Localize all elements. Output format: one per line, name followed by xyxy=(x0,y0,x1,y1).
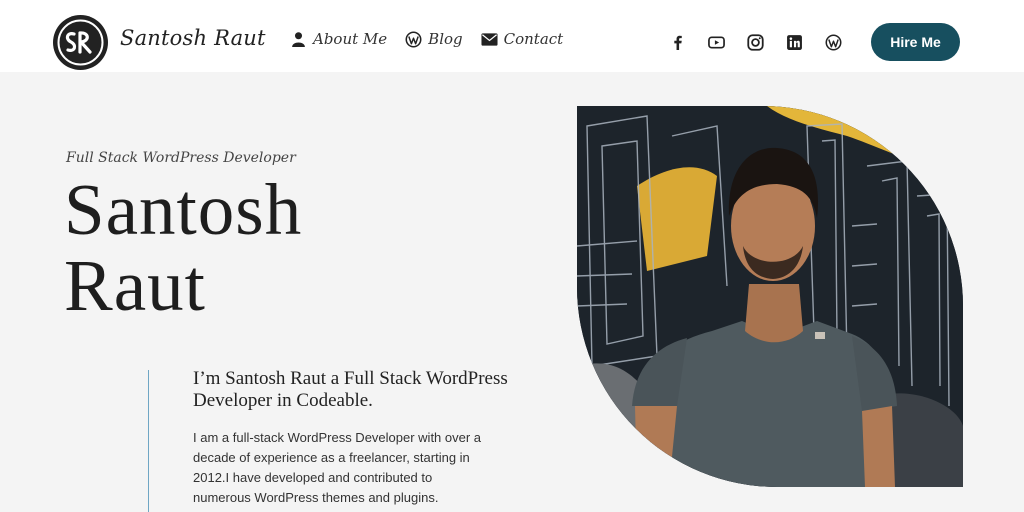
linkedin-link[interactable] xyxy=(785,33,804,52)
instagram-link[interactable] xyxy=(746,33,765,52)
nav-label: Blog xyxy=(428,30,463,48)
wordpress-link[interactable] xyxy=(824,33,843,52)
site-header: Santosh Raut About Me Blog Contact Hire … xyxy=(0,0,1024,72)
linkedin-icon xyxy=(787,35,802,50)
intro-body: I am a full-stack WordPress Developer wi… xyxy=(193,430,482,505)
site-logo[interactable] xyxy=(53,15,108,70)
nav-label: Contact xyxy=(503,30,564,48)
nav-blog[interactable]: Blog xyxy=(405,30,463,48)
sr-monogram-icon xyxy=(53,15,108,70)
profile-photo xyxy=(577,106,963,487)
hire-me-button[interactable]: Hire Me xyxy=(871,23,960,61)
youtube-link[interactable] xyxy=(707,33,726,52)
wordpress-icon xyxy=(825,34,842,51)
portrait-illustration xyxy=(577,106,963,487)
hero-name: Santosh Raut xyxy=(64,172,484,324)
user-icon xyxy=(292,31,305,47)
nav-contact[interactable]: Contact xyxy=(481,30,564,48)
intro-heading: I’m Santosh Raut a Full Stack WordPress … xyxy=(193,368,508,411)
main-nav: About Me Blog Contact xyxy=(290,30,563,48)
wordpress-icon xyxy=(405,31,422,47)
instagram-icon xyxy=(747,34,764,51)
nav-label: About Me xyxy=(313,30,388,48)
facebook-icon xyxy=(674,35,682,50)
mail-icon xyxy=(481,32,498,46)
hero-name-first: Santosh xyxy=(64,169,303,250)
hero-tagline: Full Stack WordPress Developer xyxy=(66,150,296,166)
social-links xyxy=(668,33,843,52)
hero-name-last: Raut xyxy=(64,245,206,326)
nav-about-me[interactable]: About Me xyxy=(290,30,387,48)
site-name[interactable]: Santosh Raut xyxy=(120,26,266,50)
youtube-icon xyxy=(708,36,725,49)
intro-divider xyxy=(148,370,149,512)
facebook-link[interactable] xyxy=(668,33,687,52)
